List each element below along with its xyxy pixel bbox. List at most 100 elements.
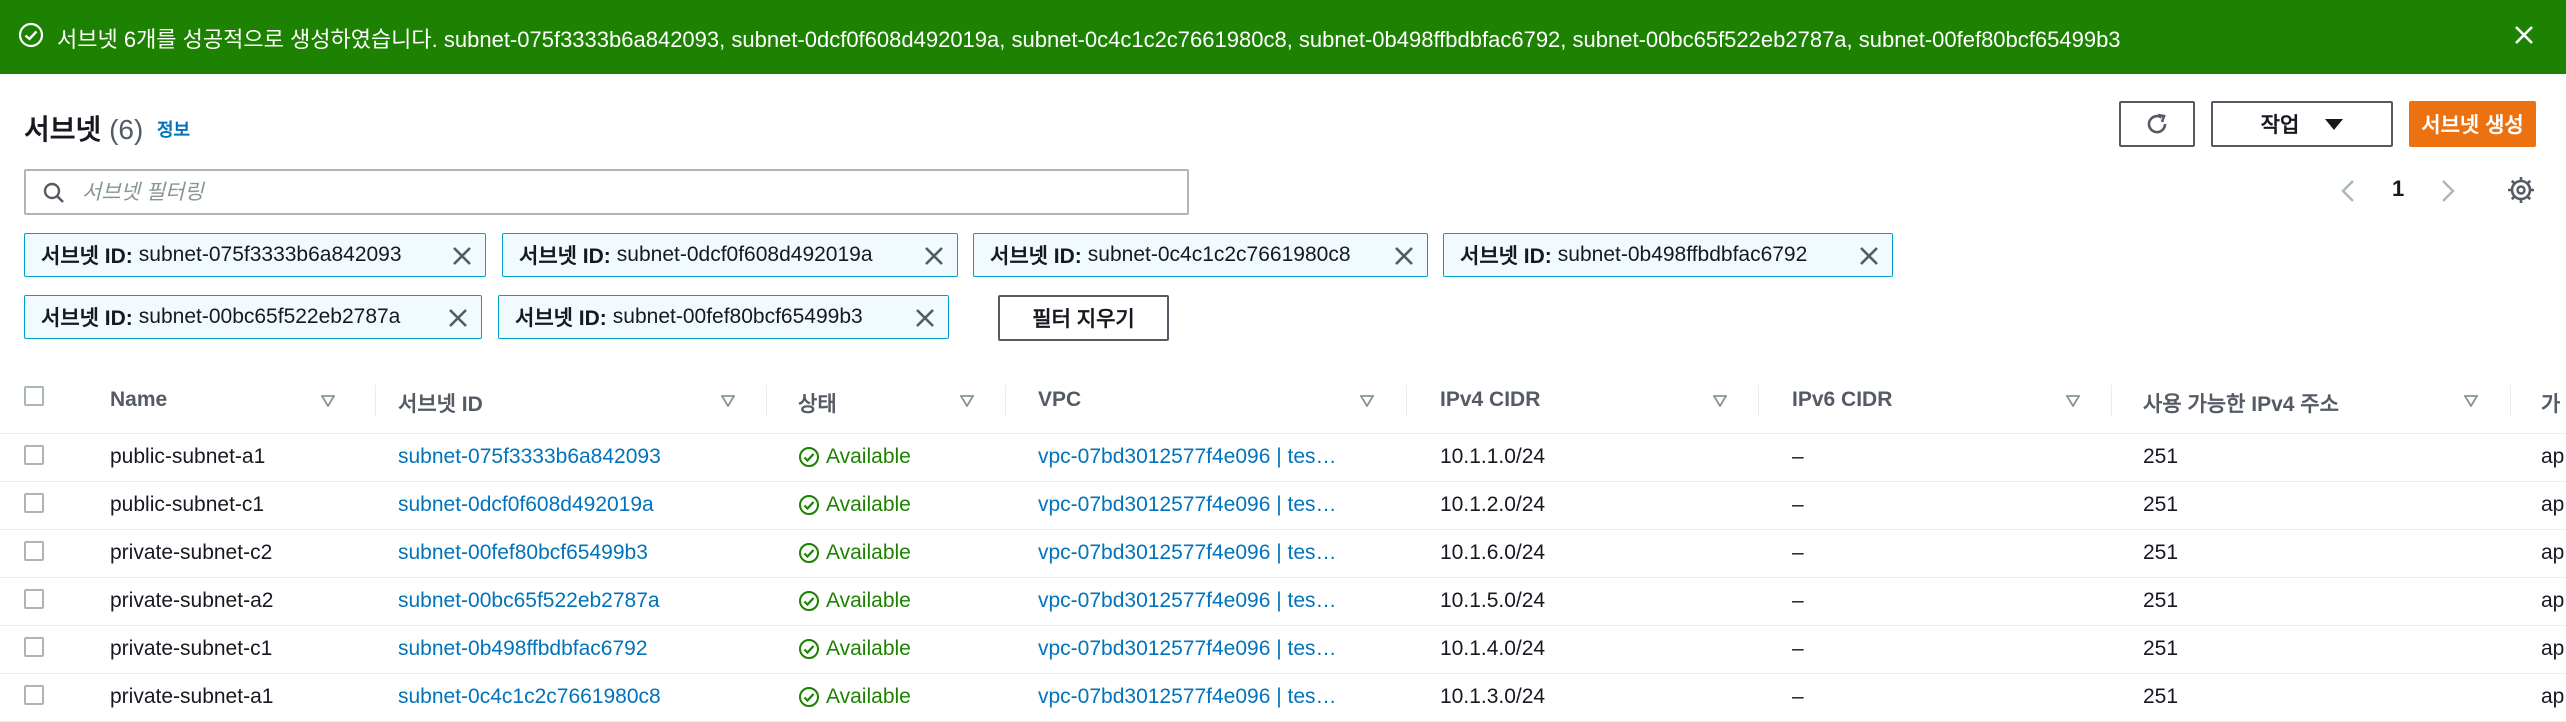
status-badge: Available (798, 541, 911, 565)
sort-icon[interactable] (960, 395, 974, 407)
filter-token-label: 서브넷 ID: (515, 307, 607, 330)
column-header-available-ipv4[interactable]: 사용 가능한 IPv4 주소 (2143, 388, 2339, 418)
status-text: Available (826, 637, 911, 660)
filter-token-label: 서브넷 ID: (1460, 245, 1552, 268)
chevron-left-icon[interactable] (2337, 177, 2359, 205)
ipv6-cidr: – (1792, 589, 1804, 612)
table-row[interactable]: private-subnet-c2 subnet-00fef80bcf65499… (0, 529, 2566, 578)
availability-zone: ap (2541, 589, 2565, 612)
available-ipv4: 251 (2143, 445, 2179, 468)
check-circle-icon (799, 687, 819, 707)
column-header-status[interactable]: 상태 (798, 388, 837, 418)
column-header-ipv4-cidr[interactable]: IPv4 CIDR (1440, 388, 1540, 412)
gear-icon[interactable] (2505, 174, 2537, 206)
ipv6-cidr: – (1792, 493, 1804, 516)
column-divider (1005, 385, 1006, 417)
sort-icon[interactable] (1360, 395, 1374, 407)
subnet-id-link[interactable]: subnet-0c4c1c2c7661980c8 (398, 685, 661, 709)
column-header-ipv6-cidr[interactable]: IPv6 CIDR (1792, 388, 1892, 412)
ipv4-cidr: 10.1.5.0/24 (1440, 589, 1546, 612)
clear-filters-label: 필터 지우기 (1032, 308, 1135, 331)
subnet-name: public-subnet-c1 (110, 493, 265, 516)
ipv6-cidr: – (1792, 445, 1804, 468)
remove-filter-icon[interactable] (451, 245, 473, 267)
subnet-filter-search[interactable] (24, 169, 1189, 215)
status-text: Available (826, 541, 911, 564)
ipv6-cidr: – (1792, 685, 1804, 708)
column-header-availability-zone[interactable]: 가 (2541, 388, 2566, 418)
remove-filter-icon[interactable] (923, 245, 945, 267)
vpc-link[interactable]: vpc-07bd3012577f4e096 | tes… (1038, 541, 1374, 565)
check-circle-icon (18, 22, 44, 48)
ipv4-cidr: 10.1.3.0/24 (1440, 685, 1546, 708)
ipv4-cidr: 10.1.6.0/24 (1440, 541, 1546, 564)
clear-filters-button[interactable]: 필터 지우기 (998, 295, 1169, 341)
availability-zone: ap (2541, 541, 2565, 564)
table-row[interactable]: private-subnet-a2 subnet-00bc65f522eb278… (0, 577, 2566, 626)
sort-icon[interactable] (2464, 395, 2478, 407)
row-checkbox[interactable] (24, 541, 44, 561)
available-ipv4: 251 (2143, 637, 2179, 660)
check-circle-icon (799, 495, 819, 515)
row-checkbox[interactable] (24, 445, 44, 465)
availability-zone: ap (2541, 685, 2565, 708)
subnet-id-link[interactable]: subnet-00fef80bcf65499b3 (398, 541, 648, 565)
availability-zone: ap (2541, 637, 2565, 660)
table-row[interactable]: private-subnet-c1 subnet-0b498ffbdbfac67… (0, 625, 2566, 674)
remove-filter-icon[interactable] (1393, 245, 1415, 267)
ipv4-cidr: 10.1.2.0/24 (1440, 493, 1546, 516)
status-text: Available (826, 493, 911, 516)
vpc-link[interactable]: vpc-07bd3012577f4e096 | tes… (1038, 589, 1374, 613)
info-link[interactable]: 정보 (157, 116, 190, 142)
create-subnet-button[interactable]: 서브넷 생성 (2409, 101, 2536, 147)
ipv6-cidr: – (1792, 541, 1804, 564)
sort-icon[interactable] (721, 395, 735, 407)
flash-message: 서브넷 6개를 성공적으로 생성하였습니다. subnet-075f3333b6… (57, 27, 2121, 52)
vpc-link[interactable]: vpc-07bd3012577f4e096 | tes… (1038, 445, 1374, 469)
subnet-id-link[interactable]: subnet-0b498ffbdbfac6792 (398, 637, 648, 661)
remove-filter-icon[interactable] (447, 307, 469, 329)
remove-filter-icon[interactable] (1858, 245, 1880, 267)
table-header: Name 서브넷 ID 상태 VPC IPv4 CIDR IPv6 CIDR 사… (0, 371, 2566, 434)
column-header-vpc[interactable]: VPC (1038, 388, 1081, 412)
check-circle-icon (799, 639, 819, 659)
column-header-subnet-id[interactable]: 서브넷 ID (398, 388, 483, 418)
vpc-link[interactable]: vpc-07bd3012577f4e096 | tes… (1038, 685, 1374, 709)
subnet-id-link[interactable]: subnet-075f3333b6a842093 (398, 445, 661, 469)
vpc-link[interactable]: vpc-07bd3012577f4e096 | tes… (1038, 493, 1374, 517)
row-checkbox[interactable] (24, 637, 44, 657)
subnet-name: private-subnet-a2 (110, 589, 274, 612)
available-ipv4: 251 (2143, 493, 2179, 516)
sort-icon[interactable] (1713, 395, 1727, 407)
table-row[interactable]: private-subnet-a1 subnet-0c4c1c2c7661980… (0, 673, 2566, 722)
table-row[interactable]: public-subnet-c1 subnet-0dcf0f608d492019… (0, 481, 2566, 530)
column-divider (766, 385, 767, 417)
subnet-id-link[interactable]: subnet-0dcf0f608d492019a (398, 493, 654, 517)
refresh-button[interactable] (2119, 101, 2195, 147)
table-row[interactable]: public-subnet-a1 subnet-075f3333b6a84209… (0, 433, 2566, 482)
remove-filter-icon[interactable] (914, 307, 936, 329)
current-page[interactable]: 1 (2392, 176, 2404, 202)
filter-token-value: subnet-00bc65f522eb2787a (138, 305, 401, 328)
availability-zone: ap (2541, 493, 2565, 516)
sort-icon[interactable] (2066, 395, 2080, 407)
vpc-link[interactable]: vpc-07bd3012577f4e096 | tes… (1038, 637, 1374, 661)
sort-icon[interactable] (321, 395, 335, 407)
row-checkbox[interactable] (24, 493, 44, 513)
close-icon[interactable] (2510, 21, 2538, 49)
row-checkbox[interactable] (24, 685, 44, 705)
subnet-name: public-subnet-a1 (110, 445, 266, 468)
column-divider (2510, 385, 2511, 417)
chevron-right-icon[interactable] (2437, 177, 2459, 205)
check-circle-icon (799, 591, 819, 611)
column-header-name[interactable]: Name (110, 388, 167, 412)
subnet-id-link[interactable]: subnet-00bc65f522eb2787a (398, 589, 660, 613)
filter-token-label: 서브넷 ID: (990, 245, 1082, 268)
search-input[interactable] (80, 177, 1174, 209)
row-checkbox[interactable] (24, 589, 44, 609)
status-badge: Available (798, 637, 911, 661)
select-all-checkbox[interactable] (24, 386, 44, 406)
filter-token-label: 서브넷 ID: (519, 245, 611, 268)
actions-dropdown-button[interactable]: 작업 (2211, 101, 2393, 147)
status-text: Available (826, 685, 911, 708)
